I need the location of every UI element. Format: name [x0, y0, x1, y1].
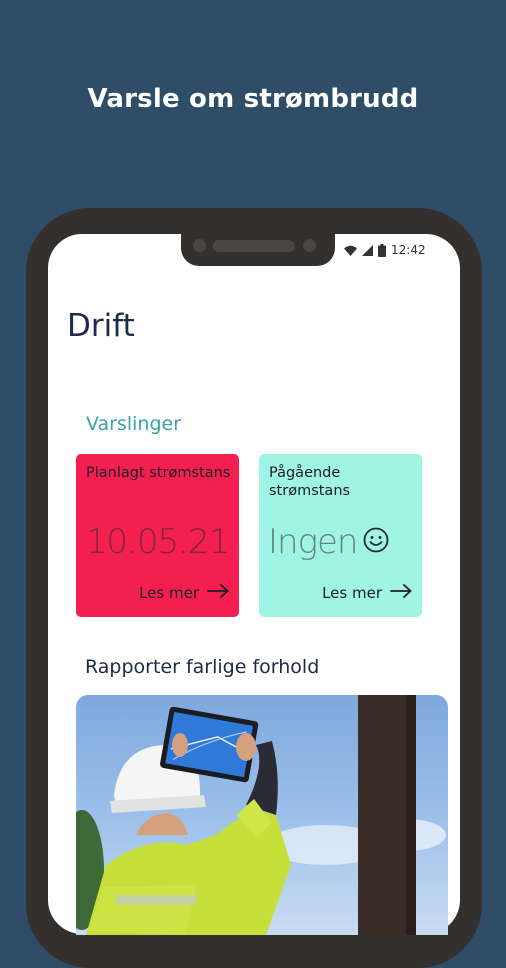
smiley-icon — [363, 522, 389, 562]
arrow-right-icon — [390, 584, 412, 602]
status-time: 12:42 — [391, 243, 426, 257]
read-more-label: Les mer — [139, 584, 199, 602]
wifi-icon — [344, 245, 357, 256]
notifications-heading: Varslinger — [86, 413, 182, 435]
report-heading: Rapporter farlige forhold — [85, 656, 320, 678]
status-bar: 12:42 — [344, 242, 426, 258]
card-value-row: Ingen — [268, 522, 431, 562]
card-value: Ingen — [268, 522, 358, 562]
worker-photo[interactable] — [76, 695, 448, 935]
card-title: Pågående strømstans — [269, 465, 351, 499]
speaker-grille — [213, 240, 295, 252]
read-more-link[interactable]: Les mer — [322, 584, 412, 602]
read-more-label: Les mer — [322, 584, 382, 602]
phone-notch — [181, 234, 335, 266]
camera-dot — [193, 239, 206, 252]
signal-icon — [362, 244, 373, 256]
page-title: Drift — [67, 308, 135, 344]
planned-outage-card[interactable]: Planlagt strømstans 10.05.21 Les mer — [76, 454, 239, 617]
battery-icon — [378, 243, 386, 257]
ongoing-outage-card[interactable]: Pågående strømstans Ingen Les mer — [259, 454, 422, 617]
card-value: 10.05.21 — [85, 522, 230, 562]
sensor-dot — [303, 239, 316, 252]
arrow-right-icon — [207, 584, 229, 602]
worker-illustration — [76, 695, 446, 935]
read-more-link[interactable]: Les mer — [139, 584, 229, 602]
promo-headline: Varsle om strømbrudd — [87, 84, 419, 114]
card-title: Planlagt strømstans — [86, 465, 231, 481]
